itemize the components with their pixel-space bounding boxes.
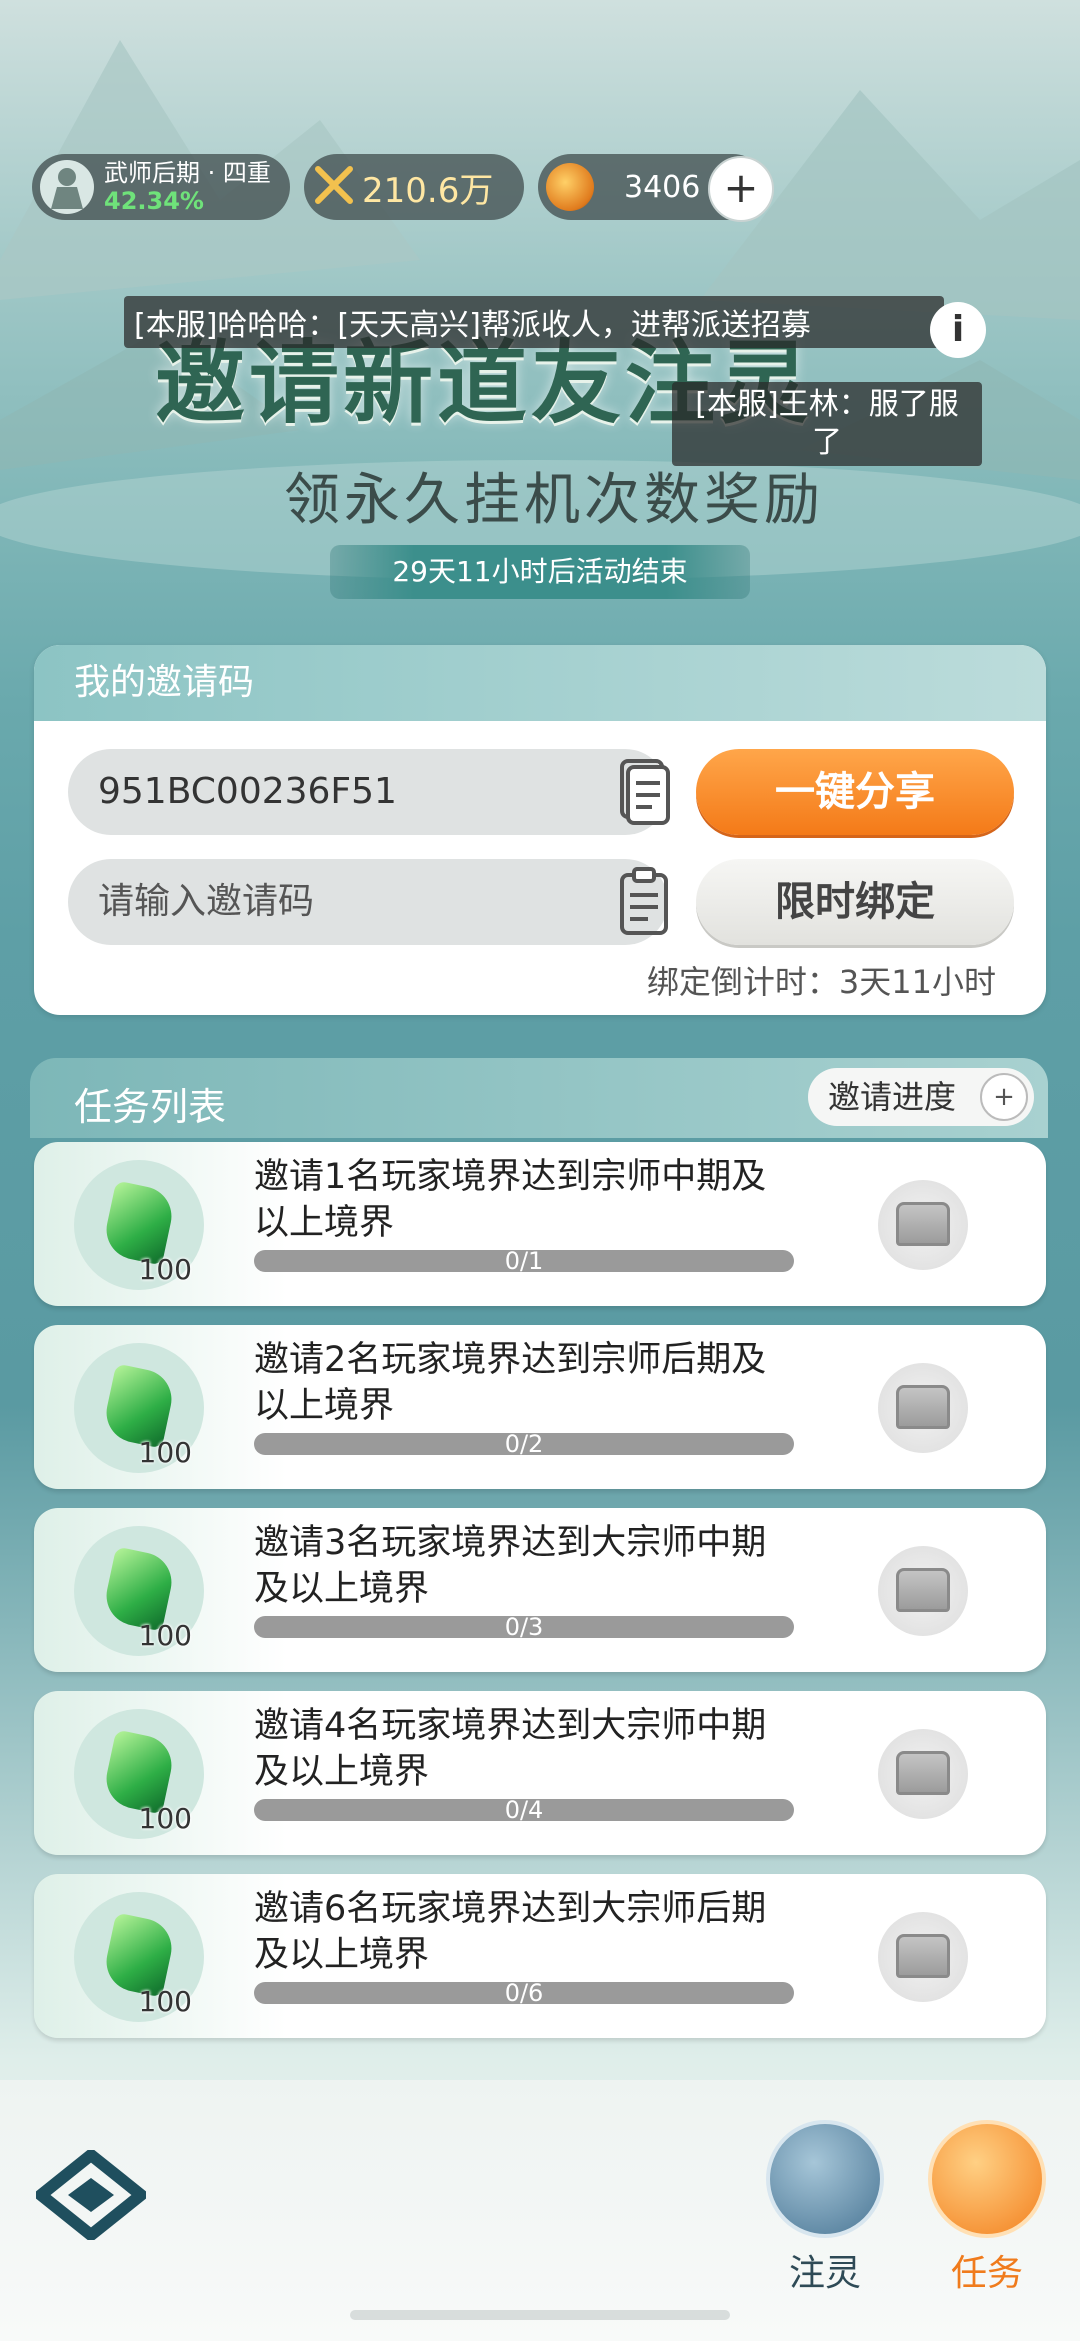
nav-zhuling[interactable]: 注灵 xyxy=(760,2120,890,2296)
bind-countdown: 绑定倒计时：3天11小时 xyxy=(646,963,996,1001)
task-progress-bar: 0/4 xyxy=(254,1798,794,1822)
task-item[interactable]: 100 邀请2名玩家境界达到宗师后期及以上境界 0/2 xyxy=(34,1325,1046,1489)
task-progress-bar: 0/6 xyxy=(254,1981,794,2005)
player-status-bar: 武师后期 · 四重 42.34% 210.6万 3406 + xyxy=(32,152,774,222)
task-item[interactable]: 100 邀请3名玩家境界达到大宗师中期及以上境界 0/3 xyxy=(34,1508,1046,1672)
realm-name: 武师后期 · 四重 xyxy=(104,159,271,187)
jade-coin-icon xyxy=(546,163,594,211)
treasure-chest-icon[interactable] xyxy=(878,1180,968,1270)
task-description: 邀请2名玩家境界达到宗师后期及以上境界 xyxy=(254,1340,767,1426)
realm-pill[interactable]: 武师后期 · 四重 42.34% xyxy=(32,154,290,220)
reward-count: 100 xyxy=(138,1985,192,2018)
invite-code-field[interactable]: 951BC00236F51 xyxy=(68,749,668,835)
spirit-leaf-icon xyxy=(766,2120,884,2238)
task-list-header: 任务列表 邀请进度 + xyxy=(30,1058,1048,1138)
task-description: 邀请6名玩家境界达到大宗师后期及以上境界 xyxy=(254,1889,767,1975)
crossed-swords-icon xyxy=(314,165,354,209)
task-list-title: 任务列表 xyxy=(74,1085,227,1129)
invite-code-card: 我的邀请码 951BC00236F51 一键分享 请输入邀请码 限时绑定 绑定倒… xyxy=(34,645,1046,1015)
task-description: 邀请3名玩家境界达到大宗师中期及以上境界 xyxy=(254,1523,767,1609)
banner-subtitle: 领永久挂机次数奖励 xyxy=(284,468,824,533)
game-logo-icon[interactable] xyxy=(31,2147,151,2243)
bottom-nav-bar xyxy=(0,2080,1080,2341)
task-description: 邀请1名玩家境界达到宗师中期及以上境界 xyxy=(254,1157,767,1243)
reward-gem: 100 xyxy=(74,1343,204,1473)
add-user-icon: + xyxy=(980,1073,1028,1121)
nav-zhuling-label: 注灵 xyxy=(788,2253,861,2294)
reward-count: 100 xyxy=(138,1619,192,1652)
info-button[interactable]: i xyxy=(930,302,986,358)
currency-pill[interactable]: 3406 + xyxy=(538,154,774,222)
combat-power-value: 210.6万 xyxy=(362,170,494,211)
reward-count: 100 xyxy=(138,1802,192,1835)
task-progress-bar: 0/3 xyxy=(254,1615,794,1639)
chat-message[interactable]: [本服]哈哈哈：[天天高兴]帮派收人，进帮派送招募 xyxy=(124,296,944,348)
add-currency-button[interactable]: + xyxy=(708,156,774,222)
invite-card-title: 我的邀请码 xyxy=(34,645,1046,721)
invite-progress-label: 邀请进度 xyxy=(828,1078,957,1116)
reward-gem: 100 xyxy=(74,1892,204,2022)
task-item[interactable]: 100 邀请1名玩家境界达到宗师中期及以上境界 0/1 xyxy=(34,1142,1046,1306)
task-item[interactable]: 100 邀请6名玩家境界达到大宗师后期及以上境界 0/6 xyxy=(34,1874,1046,2038)
share-button[interactable]: 一键分享 xyxy=(696,749,1014,835)
paste-icon[interactable] xyxy=(616,867,672,937)
currency-value: 3406 xyxy=(624,169,701,205)
nav-renwu-label: 任务 xyxy=(950,2253,1023,2294)
reward-gem: 100 xyxy=(74,1160,204,1290)
warrior-avatar-icon xyxy=(40,160,94,214)
invite-code-value: 951BC00236F51 xyxy=(98,771,397,812)
treasure-chest-icon[interactable] xyxy=(878,1912,968,2002)
realm-progress: 42.34% xyxy=(104,187,204,215)
reward-count: 100 xyxy=(138,1436,192,1469)
treasure-chest-icon[interactable] xyxy=(878,1363,968,1453)
treasure-chest-icon[interactable] xyxy=(878,1729,968,1819)
invite-code-placeholder: 请输入邀请码 xyxy=(98,881,315,922)
home-indicator[interactable] xyxy=(350,2310,730,2320)
task-item[interactable]: 100 邀请4名玩家境界达到大宗师中期及以上境界 0/4 xyxy=(34,1691,1046,1855)
bind-button[interactable]: 限时绑定 xyxy=(696,859,1014,945)
treasure-chest-icon[interactable] xyxy=(878,1546,968,1636)
reward-gem: 100 xyxy=(74,1709,204,1839)
copy-icon[interactable] xyxy=(616,757,672,827)
reward-count: 100 xyxy=(138,1253,192,1286)
combat-power-pill[interactable]: 210.6万 xyxy=(304,154,524,220)
chat-message[interactable]: [本服]王林：服了服了 xyxy=(672,382,982,466)
reward-gem: 100 xyxy=(74,1526,204,1656)
scroll-task-icon xyxy=(928,2120,1046,2238)
task-progress-bar: 0/1 xyxy=(254,1249,794,1273)
event-timer: 29天11小时后活动结束 xyxy=(330,545,750,599)
invite-code-input[interactable]: 请输入邀请码 xyxy=(68,859,668,945)
nav-renwu[interactable]: 任务 xyxy=(922,2120,1052,2296)
task-description: 邀请4名玩家境界达到大宗师中期及以上境界 xyxy=(254,1706,767,1792)
task-progress-bar: 0/2 xyxy=(254,1432,794,1456)
invite-progress-button[interactable]: 邀请进度 + xyxy=(808,1068,1034,1126)
